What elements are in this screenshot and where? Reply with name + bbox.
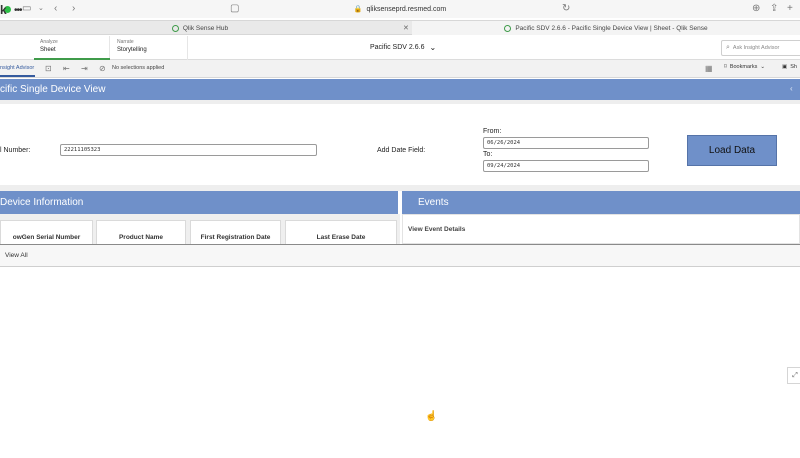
load-data-button[interactable]: Load Data: [687, 135, 777, 166]
image-icon: ▣: [782, 64, 788, 70]
mouse-cursor-icon: ☝: [425, 411, 438, 422]
sheet-title: cific Single Device View: [0, 84, 106, 95]
insight-advisor-label: nsight Advisor: [0, 65, 35, 71]
sidebar-icon[interactable]: ▭: [22, 3, 31, 15]
view-all-bar: [0, 244, 800, 267]
nav-analyze-label: Analyze: [40, 39, 58, 45]
smart-search-icon[interactable]: ⊡: [45, 64, 52, 74]
serial-number-value: 22211105323: [64, 147, 101, 153]
address-bar[interactable]: 🔒 qliksenseprd.resmed.com: [230, 3, 570, 15]
sheet-banner: [0, 79, 800, 100]
url-text: qliksenseprd.resmed.com: [366, 5, 447, 13]
column-label: First Registration Date: [200, 234, 271, 241]
device-info-header: Device Information: [0, 191, 398, 214]
qlik-logo-icon: [504, 24, 512, 32]
from-label: From:: [483, 128, 502, 135]
to-date-value: 09/24/2024: [487, 163, 521, 169]
screen: ▭ ⌄ ‹ › 🔒 qliksenseprd.resmed.com ▢ ↻ ⊕ …: [0, 0, 800, 458]
column-header-first-registration[interactable]: First Registration Date: [190, 220, 281, 244]
from-date-input[interactable]: 06/26/2024: [483, 137, 649, 149]
share-label: Sh: [790, 64, 797, 70]
step-forward-icon[interactable]: ⇥: [81, 64, 88, 74]
date-field-label: Add Date Field:: [377, 147, 426, 154]
load-data-label: Load Data: [708, 145, 756, 156]
qlik-logo-icon: [171, 24, 179, 32]
close-tab-icon[interactable]: ✕: [403, 24, 409, 32]
tab-label: Pacific SDV 2.6.6 - Pacific Single Devic…: [515, 24, 708, 32]
bookmark-icon: ⌑: [724, 64, 727, 70]
bookmarks-button[interactable]: ⌑ Bookmarks ⌄: [724, 64, 765, 70]
column-header-last-erase[interactable]: Last Erase Date: [285, 220, 397, 244]
tab-label: Qlik Sense Hub: [182, 24, 229, 32]
reload-icon[interactable]: ↻: [562, 3, 570, 15]
from-date-value: 06/26/2024: [487, 140, 521, 146]
view-all-button[interactable]: View All: [5, 252, 28, 259]
selection-status: No selections applied: [112, 65, 165, 71]
to-label: To:: [483, 151, 493, 158]
expand-icon[interactable]: ⤢: [787, 367, 800, 384]
chevron-down-icon[interactable]: ⌄: [38, 3, 44, 15]
insight-search-input[interactable]: ⌕ Ask Insight Advisor: [721, 40, 800, 56]
tab-qlik-hub[interactable]: Qlik Sense Hub: [0, 21, 400, 35]
tab-bar: Qlik Sense Hub ✕ Pacific SDV 2.6.6 - Pac…: [0, 20, 800, 35]
step-back-icon[interactable]: ⇤: [63, 64, 70, 74]
share-button[interactable]: ▣ Sh: [782, 64, 797, 70]
to-date-input[interactable]: 09/24/2024: [483, 160, 649, 172]
page-icon[interactable]: ▢: [230, 3, 239, 15]
new-tab-icon[interactable]: +: [787, 3, 793, 15]
app-title-dropdown[interactable]: Pacific SDV 2.6.6 ⌄: [370, 43, 436, 52]
column-label: owGen Serial Number: [12, 234, 81, 241]
forward-icon[interactable]: ›: [72, 3, 75, 15]
nav-analyze-sub: Sheet: [40, 47, 56, 53]
lock-icon: 🔒: [353, 6, 363, 13]
column-header-product[interactable]: Product Name: [96, 220, 186, 244]
view-event-details-link[interactable]: View Event Details: [408, 226, 465, 233]
column-label: Product Name: [118, 234, 164, 241]
chevron-left-icon[interactable]: ‹: [790, 84, 793, 93]
events-title: Events: [418, 197, 449, 208]
more-menu-icon[interactable]: •••: [14, 5, 22, 16]
serial-number-label: l Number:: [0, 147, 31, 154]
tab-pacific-sdv[interactable]: Pacific SDV 2.6.6 - Pacific Single Devic…: [412, 21, 800, 35]
qlik-logo[interactable]: k: [0, 3, 7, 17]
search-placeholder: Ask Insight Advisor: [732, 45, 780, 51]
events-header: Events: [402, 191, 800, 214]
back-icon[interactable]: ‹: [54, 3, 57, 15]
grid-icon[interactable]: ▦: [705, 64, 713, 74]
bookmarks-label: Bookmarks: [729, 64, 758, 70]
device-info-title: Device Information: [0, 197, 84, 208]
nav-analyze[interactable]: Analyze Sheet: [34, 36, 110, 60]
serial-number-input[interactable]: 22211105323: [60, 144, 317, 156]
search-icon: ⌕: [726, 44, 730, 51]
download-icon[interactable]: ⊕: [752, 3, 760, 15]
share-icon[interactable]: ⇪: [770, 3, 778, 15]
app-title: Pacific SDV 2.6.6: [370, 44, 425, 51]
nav-narrate[interactable]: Narrate Storytelling: [111, 36, 188, 60]
chevron-down-icon: ⌄: [429, 43, 437, 52]
column-label: Last Erase Date: [316, 234, 366, 241]
insight-advisor-button[interactable]: nsight Advisor: [0, 61, 35, 77]
column-header-serial[interactable]: owGen Serial Number: [0, 220, 93, 244]
chevron-down-icon: ⌄: [760, 64, 765, 70]
nav-narrate-label: Narrate: [117, 39, 134, 45]
clear-selections-icon[interactable]: ⊘: [99, 64, 106, 74]
nav-narrate-sub: Storytelling: [117, 47, 147, 53]
divider: [0, 100, 800, 104]
